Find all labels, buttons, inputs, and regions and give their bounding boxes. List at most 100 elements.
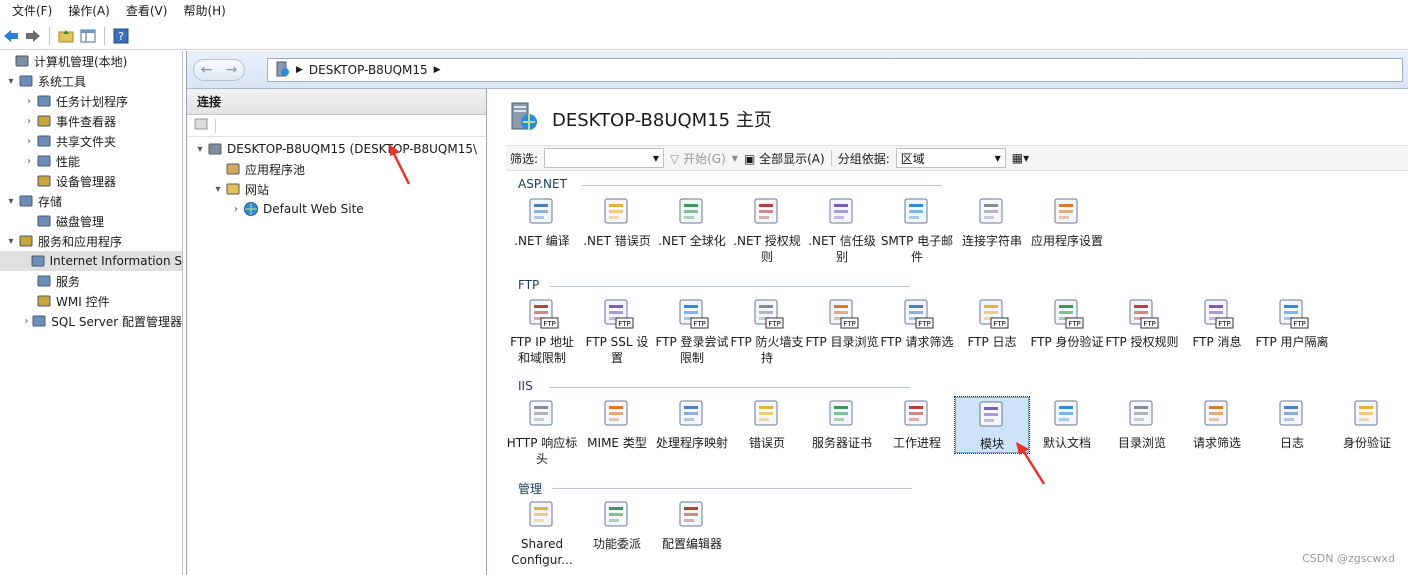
start-filter-button[interactable]: ▽ 开始(G) bbox=[670, 150, 726, 167]
help-icon[interactable]: ? bbox=[112, 27, 130, 45]
address-crumb[interactable]: DESKTOP-B8UQM15 bbox=[309, 63, 428, 77]
feature-tile[interactable]: 日志 bbox=[1255, 397, 1329, 451]
collapse-chevron-icon[interactable]: › bbox=[229, 202, 243, 216]
feature-tile[interactable]: .NET 授权规则 bbox=[730, 195, 804, 265]
tree-item[interactable]: › 共享文件夹 bbox=[0, 131, 182, 151]
feature-tile[interactable]: FTP FTP 防火墙支持 bbox=[730, 296, 804, 366]
connection-node[interactable]: 应用程序池 bbox=[187, 159, 486, 179]
menu-help[interactable]: 帮助(H) bbox=[175, 0, 233, 22]
tree-item[interactable]: › 任务计划程序 bbox=[0, 91, 182, 111]
feature-tile[interactable]: Shared Configur... bbox=[505, 498, 579, 568]
feature-tile[interactable]: 处理程序映射 bbox=[655, 397, 729, 451]
feature-tile[interactable]: 工作进程 bbox=[880, 397, 954, 451]
collapse-chevron-icon[interactable]: › bbox=[22, 314, 31, 328]
feature-tile[interactable]: FTP FTP 身份验证 bbox=[1030, 296, 1104, 350]
show-all-label: 全部显示(A) bbox=[759, 151, 825, 166]
feature-tile[interactable]: 目录浏览 bbox=[1105, 397, 1179, 451]
console-tree-icon[interactable] bbox=[79, 27, 97, 45]
forward-arrow-icon[interactable] bbox=[24, 27, 42, 45]
nav-back-icon[interactable]: ← bbox=[201, 62, 213, 78]
svg-text:FTP: FTP bbox=[618, 320, 630, 328]
feature-tile[interactable]: 配置编辑器 bbox=[655, 498, 729, 552]
feature-tile[interactable]: FTP FTP 登录尝试限制 bbox=[655, 296, 729, 366]
collapse-chevron-icon[interactable]: › bbox=[22, 94, 36, 108]
tree-item[interactable]: 服务 bbox=[0, 271, 182, 291]
tree-item[interactable]: ▾ 存储 bbox=[0, 191, 182, 211]
section-label: FTP bbox=[518, 278, 540, 292]
feature-tile[interactable]: 功能委派 bbox=[580, 498, 654, 552]
tree-item-label: 共享文件夹 bbox=[56, 134, 117, 149]
tree-item-label: 计算机管理(本地) bbox=[34, 54, 128, 69]
feature-tile[interactable]: .NET 错误页 bbox=[580, 195, 654, 249]
tree-item[interactable]: ▾ 服务和应用程序 bbox=[0, 231, 182, 251]
feature-tile[interactable]: FTP FTP 用户隔离 bbox=[1255, 296, 1329, 350]
feature-tile[interactable]: .NET 编译 bbox=[505, 195, 579, 249]
tree-item-label: 存储 bbox=[38, 194, 63, 209]
group-by-select[interactable]: 区域 ▼ bbox=[895, 148, 1006, 168]
collapse-chevron-icon[interactable]: › bbox=[22, 114, 36, 128]
feature-tile[interactable]: SMTP 电子邮件 bbox=[880, 195, 954, 265]
feature-tile[interactable]: .NET 信任级别 bbox=[805, 195, 879, 265]
connections-header: 连接 bbox=[187, 89, 486, 115]
menu-view[interactable]: 查看(V) bbox=[118, 0, 176, 22]
feature-tile-label: .NET 信任级别 bbox=[808, 234, 876, 264]
feature-tile[interactable]: FTP FTP 请求筛选 bbox=[880, 296, 954, 350]
feature-tile[interactable]: FTP FTP 授权规则 bbox=[1105, 296, 1179, 350]
back-arrow-icon[interactable] bbox=[2, 27, 20, 45]
feature-tile[interactable]: FTP FTP IP 地址和域限制 bbox=[505, 296, 579, 366]
tree-item[interactable]: 磁盘管理 bbox=[0, 211, 182, 231]
show-all-button[interactable]: ▣ 全部显示(A) bbox=[744, 150, 825, 167]
connection-node[interactable]: ▾ DESKTOP-B8UQM15 (DESKTOP-B8UQM15\ bbox=[187, 139, 486, 159]
tree-item[interactable]: ▾ 系统工具 bbox=[0, 71, 182, 91]
tree-node-icon bbox=[36, 113, 52, 129]
svg-text:FTP: FTP bbox=[993, 320, 1005, 328]
address-path[interactable]: ▶ DESKTOP-B8UQM15 ▶ bbox=[267, 58, 1403, 82]
connection-node[interactable]: ▾ 网站 bbox=[187, 179, 486, 199]
tree-item[interactable]: 设备管理器 bbox=[0, 171, 182, 191]
menu-file[interactable]: 文件(F) bbox=[4, 0, 60, 22]
collapse-chevron-icon[interactable]: › bbox=[22, 134, 36, 148]
feature-tile[interactable]: MIME 类型 bbox=[580, 397, 654, 451]
collapse-chevron-icon[interactable]: › bbox=[22, 154, 36, 168]
feature-tile[interactable]: FTP FTP 目录浏览 bbox=[805, 296, 879, 350]
expand-chevron-icon[interactable]: ▾ bbox=[4, 194, 18, 208]
expand-chevron-icon[interactable]: ▾ bbox=[4, 74, 18, 88]
tree-item[interactable]: › 事件查看器 bbox=[0, 111, 182, 131]
expand-chevron-icon[interactable]: ▾ bbox=[4, 234, 18, 248]
tree-item[interactable]: › SQL Server 配置管理器 bbox=[0, 311, 182, 331]
feature-tile[interactable]: 连接字符串 bbox=[955, 195, 1029, 249]
feature-tile[interactable]: FTP FTP 消息 bbox=[1180, 296, 1254, 350]
tree-item[interactable]: Internet Information S bbox=[0, 251, 182, 271]
feature-tile[interactable]: 错误页 bbox=[730, 397, 804, 451]
feature-tile[interactable]: FTP FTP SSL 设置 bbox=[580, 296, 654, 366]
feature-tile[interactable]: 请求筛选 bbox=[1180, 397, 1254, 451]
feature-tile[interactable]: 身份验证 bbox=[1330, 397, 1404, 451]
up-folder-icon[interactable] bbox=[57, 27, 75, 45]
section-divider bbox=[550, 387, 910, 388]
filter-input[interactable]: ▼ bbox=[544, 148, 665, 168]
expand-chevron-icon[interactable]: ▾ bbox=[193, 142, 207, 156]
section-divider bbox=[550, 286, 910, 287]
svg-text:FTP: FTP bbox=[543, 320, 555, 328]
connect-icon[interactable] bbox=[193, 116, 209, 135]
feature-icon: FTP bbox=[975, 296, 1009, 330]
feature-tile[interactable]: FTP FTP 日志 bbox=[955, 296, 1029, 350]
tree-item[interactable]: › 性能 bbox=[0, 151, 182, 171]
view-mode-icon[interactable]: ▦▾ bbox=[1012, 151, 1029, 165]
feature-tile[interactable]: 服务器证书 bbox=[805, 397, 879, 451]
tree-item-label: 事件查看器 bbox=[56, 114, 117, 129]
feature-icon bbox=[825, 195, 859, 229]
menu-action[interactable]: 操作(A) bbox=[60, 0, 118, 22]
tree-item[interactable]: 计算机管理(本地) bbox=[0, 51, 182, 71]
feature-tile[interactable]: HTTP 响应标头 bbox=[505, 397, 579, 467]
feature-icon bbox=[525, 195, 559, 229]
feature-icon bbox=[1200, 397, 1234, 431]
expand-chevron-icon[interactable]: ▾ bbox=[211, 182, 225, 196]
tree-item[interactable]: WMI 控件 bbox=[0, 291, 182, 311]
address-bar: ← → ▶ DESKTOP-B8UQM15 ▶ bbox=[187, 51, 1408, 89]
feature-tile[interactable]: 应用程序设置 bbox=[1030, 195, 1104, 249]
connection-node[interactable]: › Default Web Site bbox=[187, 199, 486, 219]
feature-tile-label: 功能委派 bbox=[592, 537, 641, 551]
nav-forward-icon[interactable]: → bbox=[226, 62, 238, 78]
feature-tile[interactable]: .NET 全球化 bbox=[655, 195, 729, 249]
